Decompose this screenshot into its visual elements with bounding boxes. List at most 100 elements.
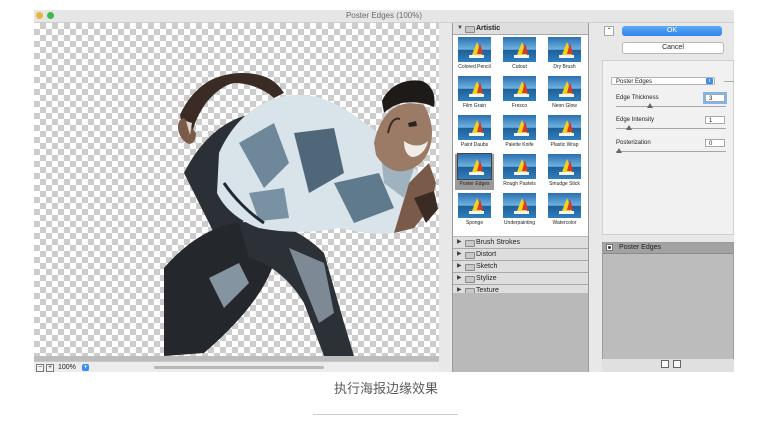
- category-sketch[interactable]: ▶ Sketch: [453, 261, 588, 273]
- divider: [724, 81, 734, 82]
- filter-name: Rough Pastels: [503, 181, 536, 187]
- collapse-arrow-icon[interactable]: ⌃: [604, 26, 614, 36]
- filter-thumb[interactable]: Colored Pencil: [455, 37, 494, 73]
- ok-button[interactable]: OK: [622, 26, 722, 36]
- filter-thumb[interactable]: Fresco: [500, 76, 539, 112]
- zoom-out-icon[interactable]: −: [36, 364, 44, 372]
- filter-thumb[interactable]: Cutout: [500, 37, 539, 73]
- filter-name: Film Grain: [462, 103, 487, 109]
- disclosure-closed-icon: ▶: [457, 239, 462, 245]
- filter-gallery-panel: ▼ Artistic Colored Pencil Cutout Dry Brush…: [452, 23, 589, 372]
- filter-thumb[interactable]: Watercolor: [545, 193, 584, 229]
- filter-thumb[interactable]: Palette Knife: [500, 115, 539, 151]
- caption: 执行海报边缘效果: [333, 382, 438, 397]
- filter-thumb[interactable]: Neon Glow: [545, 76, 584, 112]
- effect-layers-toolbar: [602, 359, 734, 372]
- filter-thumb[interactable]: Film Grain: [455, 76, 494, 112]
- param-value-input[interactable]: 1: [705, 116, 725, 124]
- filter-name: Underpainting: [503, 220, 536, 226]
- trash-icon[interactable]: [673, 360, 681, 368]
- filter-preview-image: [458, 193, 491, 218]
- gallery-empty-area: [453, 293, 588, 372]
- window-title: Poster Edges (100%): [345, 11, 423, 20]
- param-slider[interactable]: [616, 125, 726, 130]
- category-brush-strokes[interactable]: ▶ Brush Strokes: [453, 237, 588, 249]
- category-distort[interactable]: ▶ Distort: [453, 249, 588, 261]
- filter-preview-image: [503, 37, 536, 62]
- filter-select[interactable]: Poster Edges ⇕: [611, 77, 715, 85]
- folder-icon: [465, 276, 475, 283]
- filter-preview-image: [548, 154, 581, 179]
- horizontal-scrollbar[interactable]: [154, 366, 324, 369]
- filter-preview-image: [458, 76, 491, 101]
- filter-name: Poster Edges: [459, 181, 490, 187]
- preview-canvas[interactable]: [34, 23, 439, 356]
- filter-name: Paint Daubs: [460, 142, 489, 148]
- filter-thumb[interactable]: Dry Brush: [545, 37, 584, 73]
- category-label: Artistic: [476, 25, 501, 32]
- category-artistic[interactable]: ▼ Artistic: [453, 23, 588, 35]
- title-bar: Poster Edges (100%): [34, 10, 734, 23]
- param-slider[interactable]: [616, 103, 726, 108]
- disclosure-closed-icon: ▶: [457, 275, 462, 281]
- category-label: Stylize: [476, 275, 497, 282]
- filter-preview-image: [548, 76, 581, 101]
- folder-icon: [465, 26, 475, 33]
- slider-thumb-icon[interactable]: [626, 125, 633, 130]
- filter-preview-image: [503, 193, 536, 218]
- filter-preview-image: [503, 154, 536, 179]
- param-slider[interactable]: [616, 148, 726, 153]
- filter-preview-image: [458, 115, 491, 140]
- cancel-button[interactable]: Cancel: [622, 42, 724, 54]
- effect-layers-panel: Poster Edges: [602, 242, 734, 372]
- filter-thumb[interactable]: Rough Pastels: [500, 154, 539, 190]
- effect-layer-row[interactable]: Poster Edges: [603, 243, 733, 254]
- artistic-filter-grid: Colored Pencil Cutout Dry Brush Film Grain F…: [453, 35, 588, 236]
- filter-settings-box: Poster Edges ⇕ Edge Thickness 3 Edge Inten…: [602, 60, 734, 235]
- filter-thumb[interactable]: Plastic Wrap: [545, 115, 584, 151]
- folder-icon: [465, 264, 475, 271]
- filter-name: Palette Knife: [505, 142, 534, 148]
- filter-name: Colored Pencil: [458, 64, 491, 70]
- settings-panel: ⌃ OK Cancel Poster Edges ⇕ Edge Thicknes…: [602, 23, 734, 372]
- select-arrows-icon: ⇕: [706, 78, 713, 84]
- filter-thumb[interactable]: Smudge Stick: [545, 154, 584, 190]
- slider-thumb-icon[interactable]: [616, 148, 622, 153]
- filter-preview-image: [548, 115, 581, 140]
- filter-thumb[interactable]: Sponge: [455, 193, 494, 229]
- filter-thumb[interactable]: Underpainting: [500, 193, 539, 229]
- param-value-input[interactable]: 0: [705, 139, 725, 147]
- category-label: Brush Strokes: [476, 239, 520, 246]
- folder-icon: [465, 240, 475, 247]
- zoom-level: 100%: [58, 364, 76, 371]
- param-label: Posterization: [616, 140, 651, 146]
- eye-icon[interactable]: [606, 244, 613, 251]
- filter-name: Smudge Stick: [549, 181, 580, 187]
- disclosure-closed-icon: ▶: [457, 251, 462, 257]
- new-effect-layer-icon[interactable]: [661, 360, 669, 368]
- filter-preview-image: [457, 153, 492, 180]
- filter-name: Neon Glow: [552, 103, 577, 109]
- filter-name: Sponge: [465, 220, 484, 226]
- filter-preview-image: [503, 76, 536, 101]
- disclosure-open-icon: ▼: [457, 25, 463, 31]
- param-label: Edge Intensity: [616, 117, 655, 123]
- param-value-input[interactable]: 3: [703, 92, 727, 104]
- category-stylize[interactable]: ▶ Stylize: [453, 273, 588, 285]
- filter-thumb[interactable]: Poster Edges: [455, 153, 494, 190]
- filter-thumb[interactable]: Paint Daubs: [455, 115, 494, 151]
- filter-preview-image: [458, 37, 491, 62]
- slider-thumb-icon[interactable]: [647, 103, 654, 108]
- status-bar: − + 100% ▾: [34, 361, 439, 372]
- folder-icon: [465, 252, 475, 259]
- category-label: Sketch: [476, 263, 498, 270]
- effect-layer-label: Poster Edges: [619, 244, 662, 251]
- caption-divider: [313, 414, 458, 415]
- zoom-in-icon[interactable]: +: [46, 364, 54, 372]
- filter-name: Plastic Wrap: [550, 142, 579, 148]
- filter-name: Cutout: [512, 64, 527, 70]
- filter-name: Dry Brush: [553, 64, 576, 70]
- zoom-dropdown-icon[interactable]: ▾: [82, 364, 89, 371]
- filter-preview-image: [503, 115, 536, 140]
- filter-preview-image: [548, 193, 581, 218]
